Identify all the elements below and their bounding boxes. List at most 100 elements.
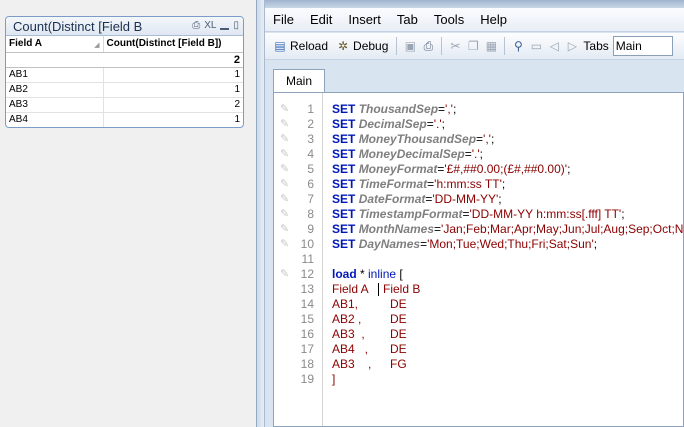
script-line[interactable]: ✎ 6 SET TimeFormat='h:mm:ss TT'; — [274, 177, 683, 192]
script-line[interactable]: ✎ 9 SET MonthNames='Jan;Feb;Mar;Apr;May;Ju… — [274, 222, 683, 237]
string-value: '.' — [433, 117, 442, 131]
debug-button[interactable]: ✲ Debug — [334, 37, 390, 55]
inline-data-field-b: Field B — [383, 282, 421, 296]
toolbar-separator — [396, 37, 398, 55]
script-line[interactable]: 16 AB3 , DE — [274, 327, 683, 342]
inline-data-field-b: DE — [390, 327, 407, 341]
straight-table-object[interactable]: Count(Distinct [Field B ⎙ XL ▯ Field A ◢… — [5, 16, 244, 128]
bookmark-pin-icon[interactable]: ✎ — [280, 133, 294, 146]
tab-main[interactable]: Main — [273, 69, 325, 93]
close-bracket: ] — [332, 372, 336, 386]
total-label-cell — [6, 52, 103, 68]
cut-icon[interactable]: ✂ — [448, 39, 462, 53]
print-icon[interactable]: ⎙ — [192, 20, 200, 32]
variable-name: DateFormat — [358, 192, 426, 206]
column-header-field-a[interactable]: Field A ◢ — [6, 36, 104, 53]
script-line[interactable]: ✎ 3 SET MoneyThousandSep=','; — [274, 132, 683, 147]
line-number: 9 — [307, 222, 314, 236]
table-row[interactable]: AB1 1 — [6, 67, 243, 83]
bookmark-pin-icon[interactable]: ✎ — [280, 208, 294, 221]
keyword-set: SET — [332, 102, 356, 116]
paste-icon[interactable]: ▦ — [484, 39, 498, 53]
demote-tab-icon[interactable]: ▷ — [565, 39, 579, 53]
table-row[interactable]: AB3 2 — [6, 97, 243, 113]
script-line[interactable]: 13 Field A Field B — [274, 282, 683, 297]
script-line[interactable]: 19] — [274, 372, 683, 387]
text-caret — [378, 283, 379, 297]
menu-tools[interactable]: Tools — [434, 12, 464, 27]
bookmark-pin-icon[interactable]: ✎ — [280, 163, 294, 176]
variable-name: TimeFormat — [358, 177, 428, 191]
menu-tab[interactable]: Tab — [397, 12, 418, 27]
script-line[interactable]: 18 AB3 , FG — [274, 357, 683, 372]
bookmark-pin-icon[interactable]: ✎ — [280, 178, 294, 191]
line-number: 18 — [300, 357, 314, 371]
variable-name: DayNames — [358, 237, 421, 251]
toolbar: ▤ Reload ✲ Debug ▣ ⎙ ✂ ❐ ▦ ⚲ ▭ ◁ ▷ Tabs … — [265, 33, 684, 60]
script-line[interactable]: ✎ 5 SET MoneyFormat='£#,##0.00;(£#,##0.00)… — [274, 162, 683, 177]
variable-name: MoneyThousandSep — [358, 132, 477, 146]
script-line[interactable]: 17 AB4 , DE — [274, 342, 683, 357]
inline-data-field-a: Field A — [332, 282, 369, 296]
string-value: 'DD-MM-YY' — [432, 192, 499, 206]
count-cell: 2 — [103, 97, 243, 113]
equals-sign: = — [438, 102, 446, 116]
script-line[interactable]: ✎ 8 SET TimestampFormat='DD-MM-YY h:mm:ss[… — [274, 207, 683, 222]
restore-icon[interactable]: ▯ — [233, 20, 239, 32]
bookmark-pin-icon[interactable]: ✎ — [280, 193, 294, 206]
reload-label: Reload — [290, 39, 329, 53]
copy-icon[interactable]: ❐ — [466, 39, 480, 53]
script-line[interactable]: ✎ 10 SET DayNames='Mon;Tue;Wed;Thu;Fri;Sat… — [274, 237, 683, 252]
field-a-cell[interactable]: AB1 — [6, 67, 104, 83]
line-code: AB4 , DE — [332, 342, 407, 357]
table-caption-title: Count(Distinct [Field B — [13, 19, 143, 34]
menu-edit[interactable]: Edit — [310, 12, 332, 27]
field-a-cell[interactable]: AB3 — [6, 97, 104, 113]
script-line[interactable]: ✎ 12 load * inline [ — [274, 267, 683, 282]
table-row[interactable]: AB4 1 — [6, 112, 243, 127]
print-icon[interactable]: ⎙ — [421, 39, 435, 53]
script-line[interactable]: ✎ 2 SET DecimalSep='.'; — [274, 117, 683, 132]
script-editor[interactable]: ✎ 1 SET ThousandSep=','; ✎ 2 SET DecimalSep='… — [273, 92, 684, 427]
line-code: SET MoneyFormat='£#,##0.00;(£#,##0.00)'; — [332, 162, 571, 176]
field-a-cell[interactable]: AB2 — [6, 82, 104, 98]
bookmark-pin-icon[interactable]: ✎ — [280, 103, 294, 116]
script-line[interactable]: 14 AB1, DE — [274, 297, 683, 312]
table-row[interactable]: AB2 1 — [6, 82, 243, 98]
keyword-set: SET — [332, 222, 356, 236]
bookmark-pin-icon[interactable]: ✎ — [280, 268, 294, 281]
script-line[interactable]: 15 AB2 , DE — [274, 312, 683, 327]
script-line[interactable]: ✎ 7 SET DateFormat='DD-MM-YY'; — [274, 192, 683, 207]
inline-data-field-a: AB2 , — [332, 312, 362, 326]
bookmark-pin-icon[interactable]: ✎ — [280, 223, 294, 236]
script-line[interactable]: ✎ 1 SET ThousandSep=','; — [274, 102, 683, 117]
table-caption-bar[interactable]: Count(Distinct [Field B ⎙ XL ▯ — [6, 17, 243, 36]
bookmark-pin-icon[interactable]: ✎ — [280, 118, 294, 131]
new-tab-icon[interactable]: ▭ — [529, 39, 543, 53]
minimize-icon[interactable] — [220, 28, 230, 30]
script-line[interactable]: ✎ 4 SET MoneyDecimalSep='.'; — [274, 147, 683, 162]
find-icon[interactable]: ⚲ — [511, 39, 525, 53]
dialog-title-bar[interactable] — [265, 0, 684, 8]
column-header-count[interactable]: Count(Distinct [Field B]) — [103, 36, 243, 53]
script-line[interactable]: 11 — [274, 252, 683, 267]
save-icon[interactable]: ▣ — [403, 39, 417, 53]
line-number: 13 — [300, 282, 314, 296]
field-a-cell[interactable]: AB4 — [6, 112, 104, 127]
line-number: 7 — [307, 192, 314, 206]
equals-sign: = — [476, 132, 484, 146]
reload-button[interactable]: ▤ Reload — [271, 37, 330, 55]
menu-help[interactable]: Help — [480, 12, 507, 27]
menu-insert[interactable]: Insert — [348, 12, 381, 27]
inline-data-field-a: AB1, — [332, 297, 359, 311]
bookmark-pin-icon[interactable]: ✎ — [280, 238, 294, 251]
dialog-frame-edge — [257, 0, 265, 427]
line-code: ] — [332, 372, 335, 387]
menu-file[interactable]: File — [273, 12, 294, 27]
tab-select-dropdown[interactable]: Main — [612, 36, 673, 56]
promote-tab-icon[interactable]: ◁ — [547, 39, 561, 53]
line-code: load * inline [ — [332, 267, 403, 282]
excel-export-icon[interactable]: XL — [204, 20, 216, 32]
bookmark-pin-icon[interactable]: ✎ — [280, 148, 294, 161]
totals-row: 2 — [6, 52, 243, 68]
